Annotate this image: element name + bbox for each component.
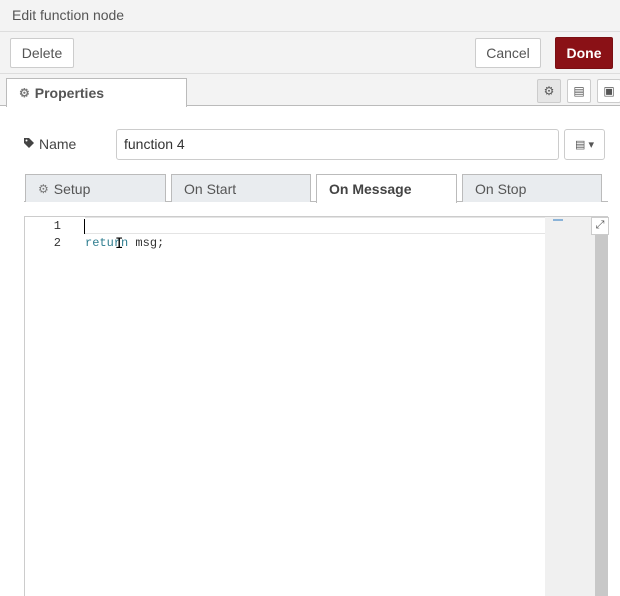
gear-icon: ⚙	[543, 84, 555, 98]
gear-icon: ⚙	[19, 86, 30, 100]
book-icon: ▤ ▾	[575, 139, 594, 151]
frame-icon: ▣	[603, 84, 615, 98]
document-icon: ▤	[573, 84, 585, 98]
text-cursor	[84, 219, 85, 234]
name-label: Name	[23, 136, 76, 152]
expand-editor-button[interactable]: ⤢	[591, 217, 609, 235]
ibeam-cursor-icon: I	[115, 236, 124, 252]
tab-on-start-label: On Start	[184, 180, 237, 197]
name-label-text: Name	[39, 136, 77, 152]
name-input[interactable]: function 4	[116, 129, 559, 160]
icon-picker-button[interactable]: ▤ ▾	[564, 129, 605, 160]
tab-on-message-label: On Message	[329, 181, 412, 197]
line-number: 2	[53, 236, 61, 250]
gear-icon: ⚙	[38, 181, 49, 196]
settings-tab-button[interactable]: ⚙	[537, 79, 561, 103]
tab-properties-label: Properties	[34, 85, 105, 101]
editor-minimap[interactable]	[545, 217, 595, 596]
appearance-tab-button[interactable]: ▣	[597, 79, 620, 103]
dialog-tabstrip: ⚙ Properties ⚙ ▤ ▣	[0, 74, 620, 107]
tab-on-message[interactable]: On Message	[316, 174, 457, 203]
dialog-toolbar: Delete Cancel Done	[0, 32, 620, 74]
dialog-titlebar: Edit function node	[0, 0, 620, 32]
done-button[interactable]: Done	[555, 37, 613, 69]
editor-scrollbar[interactable]	[595, 235, 608, 596]
description-tab-button[interactable]: ▤	[567, 79, 591, 103]
cancel-button[interactable]: Cancel	[475, 38, 541, 68]
line-number: 1	[53, 219, 61, 233]
code-editor[interactable]: 1 2 return msg; I ⤢	[24, 216, 609, 596]
code-subtabs: ⚙ Setup On Start On Message On Stop	[24, 174, 608, 203]
tab-setup[interactable]: ⚙ Setup	[25, 174, 166, 202]
tab-setup-label: Setup	[53, 180, 91, 197]
tab-on-stop-label: On Stop	[475, 180, 527, 197]
code-text: msg;	[128, 236, 165, 250]
tab-on-start[interactable]: On Start	[171, 174, 311, 202]
tag-icon	[23, 137, 35, 152]
active-line-highlight	[85, 217, 545, 234]
minimap-code-mark	[553, 219, 563, 221]
dialog-title: Edit function node	[12, 7, 125, 23]
tab-on-stop[interactable]: On Stop	[462, 174, 602, 202]
expand-icon: ⤢	[595, 220, 605, 232]
code-line: return msg;	[85, 236, 164, 250]
tab-properties[interactable]: ⚙ Properties	[6, 78, 187, 107]
delete-button[interactable]: Delete	[10, 38, 74, 68]
